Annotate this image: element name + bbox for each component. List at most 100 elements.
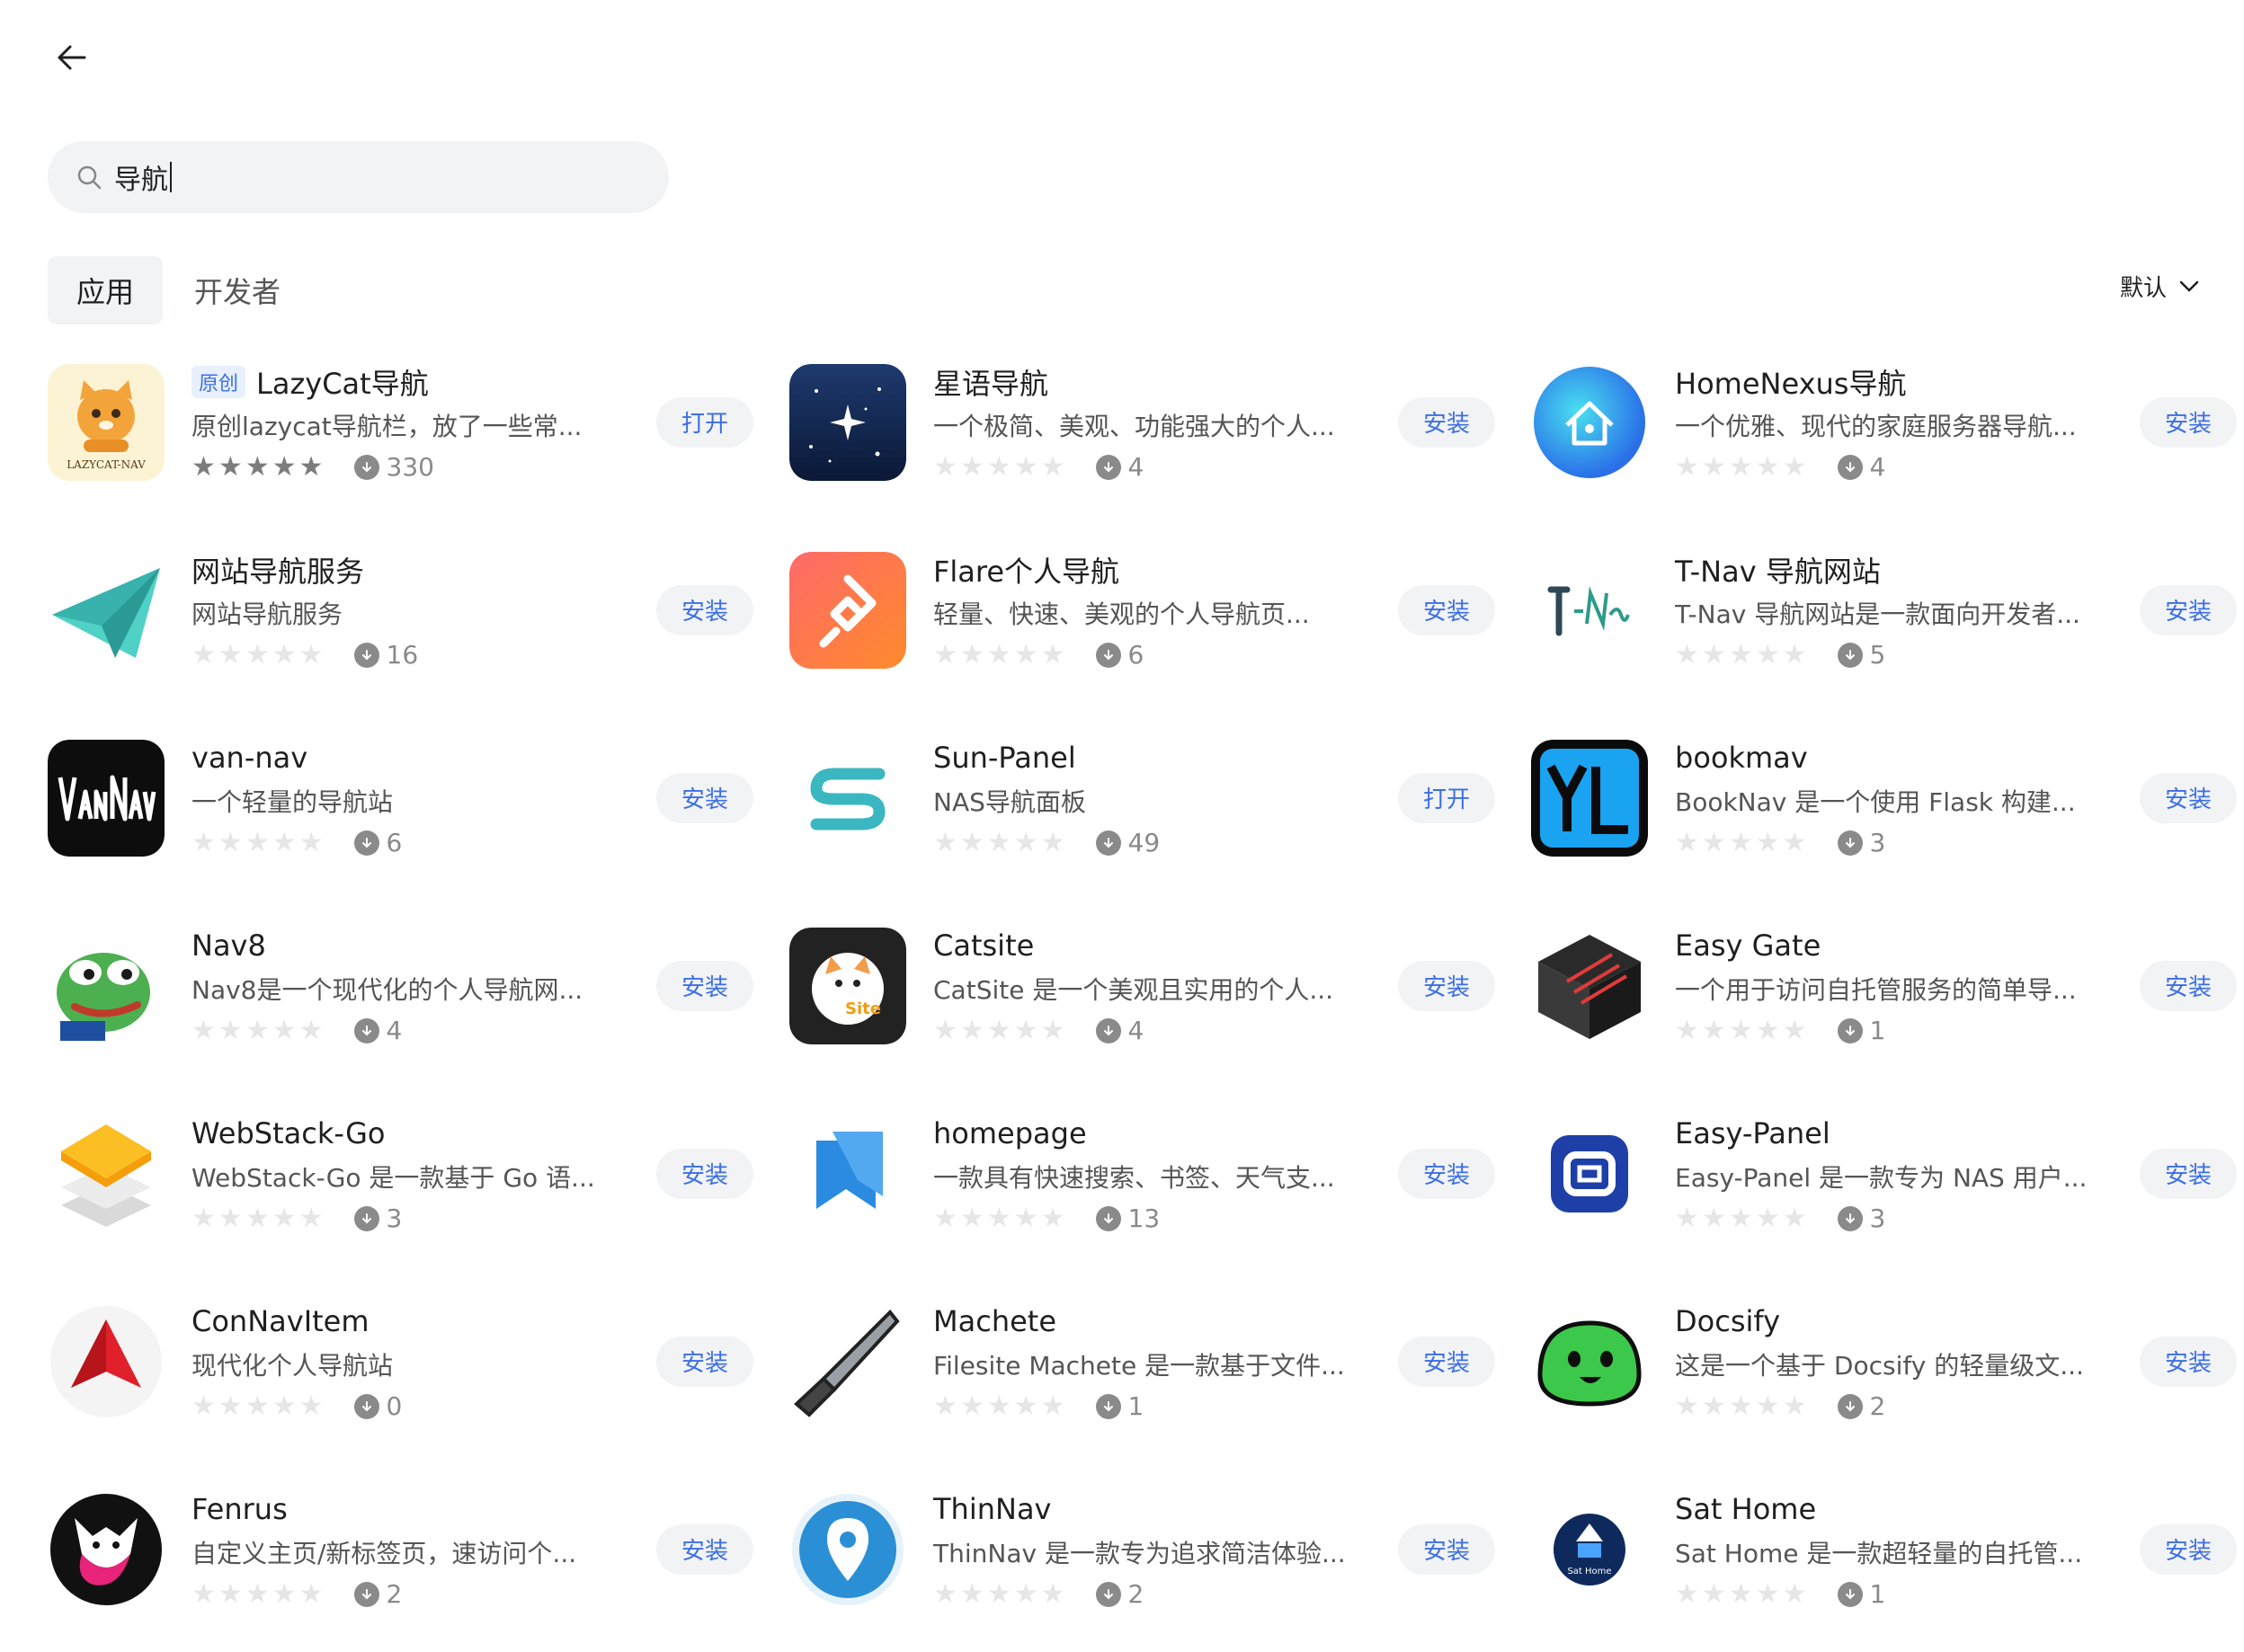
app-name: 星语导航 [933,366,1049,401]
app-card[interactable]: Docsify 这是一个基于 Docsify 的轻量级文... ★ ★ ★ ★ ★ 2 安… [1531,1302,2237,1422]
install-button[interactable]: 安装 [2140,584,2237,635]
rating-stars: ★ ★ ★ ★ ★ [933,826,1065,858]
install-button[interactable]: 安装 [656,584,753,635]
rating-stars: ★ ★ ★ ★ ★ [933,1202,1065,1234]
download-icon [1837,1205,1863,1231]
download-icon [1095,454,1121,480]
svg-text:Sat Home: Sat Home [1567,1567,1611,1577]
install-button[interactable]: 安装 [2140,396,2237,448]
app-card[interactable]: Machete Filesite Machete 是一款基于文件... ★ ★ ★ ★… [789,1302,1495,1421]
download-count: 1 [1837,1579,1885,1609]
install-button[interactable]: 安装 [1398,1523,1495,1575]
install-button[interactable]: 安装 [2140,1336,2237,1387]
app-name: WebStack-Go [191,1115,386,1150]
sun-panel-icon [789,739,906,857]
app-description: 网站导航服务 [191,599,343,629]
install-button[interactable]: 安装 [1398,1336,1495,1387]
download-icon [353,1581,379,1607]
download-icon [1837,642,1863,668]
download-icon [353,1205,379,1231]
download-icon [353,454,379,480]
search-input[interactable]: 导航 [48,141,669,213]
download-icon [1095,1205,1121,1231]
download-icon [1095,1581,1121,1607]
install-button[interactable]: 安装 [656,772,753,823]
download-count: 6 [353,828,402,857]
app-card[interactable]: T-Nav 导航网站 T-Nav 导航网站是一款面向开发者... ★ ★ ★ ★ ★ 5 … [1531,551,2237,670]
install-button[interactable]: 安装 [656,960,753,1011]
app-card[interactable]: ThinNav ThinNav 是一款专为追求简洁体验... ★ ★ ★ ★ ★ 2 安装 [789,1491,1495,1610]
rating-stars: ★ ★ ★ ★ ★ [1675,1577,1807,1610]
back-button[interactable] [50,36,94,79]
svg-text:LAZYCAT-NAV: LAZYCAT-NAV [67,458,146,471]
app-card[interactable]: van-nav 一个轻量的导航站 ★ ★ ★ ★ ★ 6 安装 [48,739,753,857]
app-card[interactable]: Easy Gate 一个用于访问自托管服务的简单导... ★ ★ ★ ★ ★ 1 安装 [1531,927,2237,1046]
install-button[interactable]: 安装 [1398,960,1495,1011]
download-count: 1 [1837,1016,1885,1045]
green-blob-icon [1531,1302,1648,1420]
rating-stars: ★ ★ ★ ★ ★ [933,1577,1065,1610]
app-card[interactable]: ConNavItem 现代化个人导航站 ★ ★ ★ ★ ★ 0 安装 [48,1303,753,1421]
install-button[interactable]: 安装 [656,1148,753,1199]
app-name: Easy-Panel [1675,1115,1830,1150]
stack-icon [48,1115,165,1232]
app-card[interactable]: Site Catsite CatSite 是一个美观且实用的个人... ★ ★ ★ ★… [789,927,1495,1046]
rating-stars: ★ ★ ★ ★ ★ [191,638,324,671]
sat-home-icon: Sat Home [1531,1490,1648,1608]
app-card[interactable]: WebStack-Go WebStack-Go 是一款基于 Go 语... ★ ★… [48,1115,753,1233]
app-card[interactable]: Flare个人导航 轻量、快速、美观的个人导航页... ★ ★ ★ ★ ★ 6 安装 [789,551,1495,671]
app-description: 现代化个人导航站 [191,1350,394,1381]
install-button[interactable]: 安装 [656,1336,753,1387]
tab-apps[interactable]: 应用 [48,256,163,324]
install-button[interactable]: 安装 [2140,1148,2237,1199]
app-card[interactable]: Sun-Panel NAS导航面板 ★ ★ ★ ★ ★ 49 打开 [789,739,1495,858]
download-count: 2 [1095,1579,1144,1609]
install-button[interactable]: 安装 [2140,960,2237,1011]
install-button[interactable]: 安装 [2140,772,2237,823]
app-card[interactable]: 星语导航 一个极简、美观、功能强大的个人... ★ ★ ★ ★ ★ 4 安装 [789,363,1495,482]
install-button[interactable]: 安装 [1398,396,1495,448]
app-name: van-nav [191,740,308,775]
tab-developers[interactable]: 开发者 [180,256,295,324]
sort-dropdown[interactable]: 默认 [2120,270,2199,303]
open-button[interactable]: 打开 [1398,772,1495,823]
yl-icon [1531,739,1648,857]
download-icon [1095,1393,1121,1419]
app-card[interactable]: homepage 一款具有快速搜索、书签、天气支... ★ ★ ★ ★ ★ 13 安装 [789,1115,1495,1234]
download-count: 6 [1095,640,1144,670]
app-card[interactable]: Fenrus 自定义主页/新标签页，速访问个... ★ ★ ★ ★ ★ 2 安装 [48,1491,753,1609]
app-name: Machete [933,1303,1057,1338]
red-arrow-icon [48,1303,165,1420]
rating-stars: ★ ★ ★ ★ ★ [933,1014,1065,1046]
catsite-icon: Site [789,927,906,1044]
download-count: 49 [1095,828,1160,857]
cube-icon [1531,927,1648,1044]
app-name: 网站导航服务 [191,554,365,589]
rating-stars: ★ ★ ★ ★ ★ [933,638,1065,671]
install-button[interactable]: 安装 [1398,1148,1495,1199]
install-button[interactable]: 安装 [2140,1523,2237,1575]
app-card[interactable]: Nav8 Nav8是一个现代化的个人导航网... ★ ★ ★ ★ ★ 4 安装 [48,927,753,1046]
install-button[interactable]: 安装 [656,1523,753,1575]
install-button[interactable]: 安装 [1398,584,1495,635]
rating-stars: ★ ★ ★ ★ ★ [1675,826,1807,858]
app-name: HomeNexus导航 [1675,366,1907,401]
rating-stars: ★ ★ ★ ★ ★ [191,1014,324,1046]
app-name: ConNavItem [191,1303,370,1338]
app-card[interactable]: Sat Home Sat Home Sat Home 是一款超轻量的自托管...… [1531,1490,2237,1610]
app-description: CatSite 是一个美观且实用的个人... [933,974,1334,1005]
app-description: Nav8是一个现代化的个人导航网... [191,974,583,1005]
arrow-left-icon [58,45,86,70]
app-card[interactable]: Easy-Panel Easy-Panel 是一款专为 NAS 用户... ★ ★… [1531,1115,2237,1233]
flare-icon [789,551,906,669]
download-icon [1837,1017,1863,1044]
rating-stars: ★ ★ ★ ★ ★ [1675,1014,1807,1046]
app-card[interactable]: LAZYCAT-NAV 原创 LazyCat导航 原创lazycat导航栏，放了一… [48,363,753,482]
svg-text:Site: Site [845,999,881,1018]
app-card[interactable]: bookmav BookNav 是一个使用 Flask 构建... ★ ★ ★ ★ ★ 3… [1531,739,2237,858]
app-card[interactable]: HomeNexus导航 一个优雅、现代的家庭服务器导航... ★ ★ ★ ★ ★ 4 安装 [1531,364,2237,482]
download-count: 3 [353,1203,402,1233]
open-button[interactable]: 打开 [656,396,753,448]
app-card[interactable]: 网站导航服务 网站导航服务 ★ ★ ★ ★ ★ 16 安装 [48,552,753,671]
rating-stars: ★ ★ ★ ★ ★ [1675,1390,1807,1422]
